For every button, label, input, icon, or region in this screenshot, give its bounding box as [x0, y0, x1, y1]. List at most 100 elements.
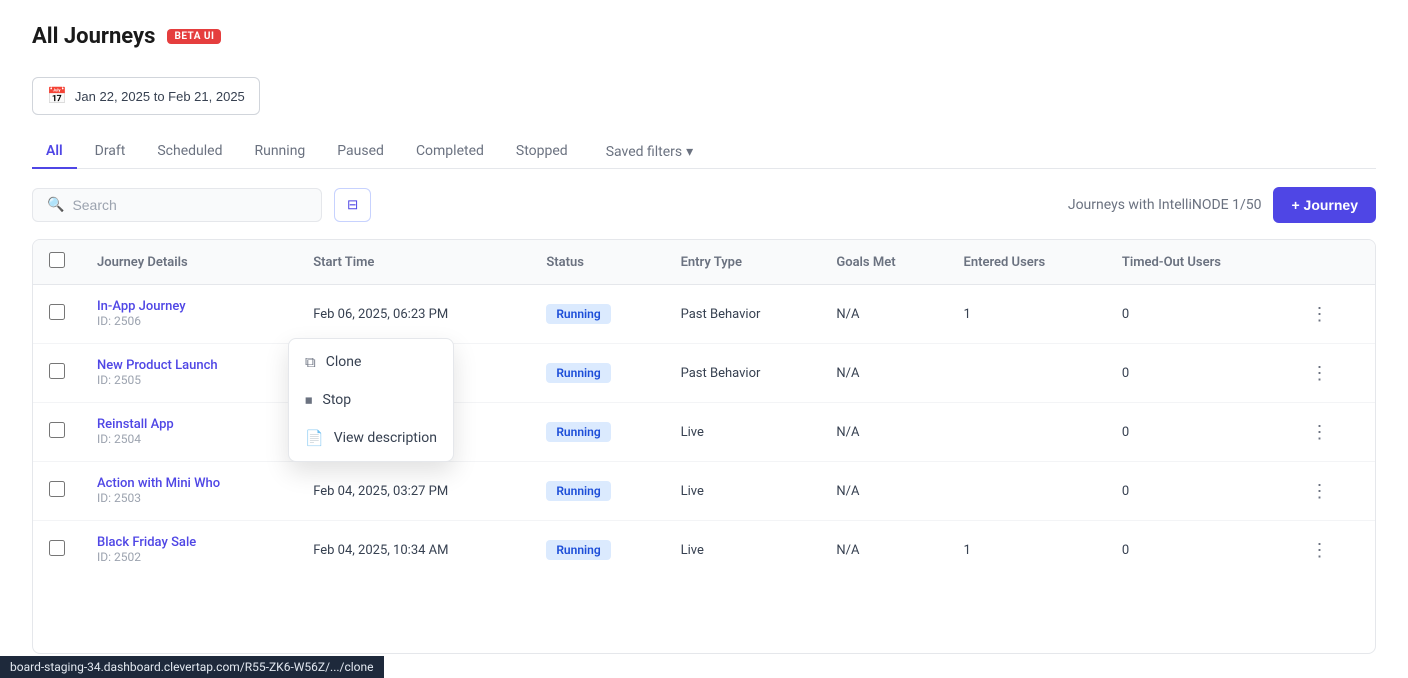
tab-completed[interactable]: Completed: [402, 135, 498, 169]
row-status-cell: Running: [530, 521, 664, 580]
row-entered-users-cell: [947, 344, 1105, 403]
view-description-label: View description: [334, 430, 437, 446]
row-entered-users-cell: [947, 403, 1105, 462]
row-checkbox-cell: [33, 403, 81, 462]
journeys-table: Journey Details Start Time Status Entry …: [33, 240, 1375, 579]
status-badge-2502: Running: [546, 540, 610, 560]
row-timed-out-users-cell: 0: [1106, 285, 1289, 344]
page-header: All Journeys BETA UI: [32, 24, 1376, 49]
saved-filters-label: Saved filters: [606, 144, 682, 160]
row-goals-met-cell: N/A: [820, 403, 947, 462]
row-details-cell: Black Friday Sale ID: 2502: [81, 521, 297, 580]
search-box: 🔍: [32, 188, 322, 222]
row-timed-out-users-cell: 0: [1106, 521, 1289, 580]
saved-filters-button[interactable]: Saved filters ▾: [594, 136, 705, 168]
row-checkbox-cell: [33, 462, 81, 521]
journey-name-2506[interactable]: In-App Journey: [97, 299, 281, 314]
search-input[interactable]: [72, 197, 307, 213]
row-details-cell: Reinstall App ID: 2504: [81, 403, 297, 462]
search-icon: 🔍: [47, 197, 64, 213]
clone-label: Clone: [326, 354, 362, 370]
col-status: Status: [530, 240, 664, 285]
filter-icon: ⊟: [347, 197, 358, 213]
col-entry-type: Entry Type: [665, 240, 821, 285]
table-row: In-App Journey ID: 2506 Feb 06, 2025, 06…: [33, 285, 1375, 344]
table-row: Action with Mini Who ID: 2503 Feb 04, 20…: [33, 462, 1375, 521]
row-entry-type-cell: Live: [665, 521, 821, 580]
row-goals-met-cell: N/A: [820, 285, 947, 344]
journey-id-2503: ID: 2503: [97, 491, 141, 505]
stop-icon: ⏹: [305, 391, 313, 409]
more-options-button-2506[interactable]: ⋮: [1305, 302, 1335, 327]
status-badge-2506: Running: [546, 304, 610, 324]
context-menu: ⧉ Clone ⏹ Stop 📄 View description: [288, 338, 454, 462]
journey-name-2502[interactable]: Black Friday Sale: [97, 535, 281, 550]
row-timed-out-users-cell: 0: [1106, 403, 1289, 462]
stop-label: Stop: [323, 392, 352, 408]
journey-id-2505: ID: 2505: [97, 373, 141, 387]
tab-paused[interactable]: Paused: [323, 135, 398, 169]
row-actions-cell: ⋮: [1289, 344, 1375, 403]
row-checkbox-cell: [33, 521, 81, 580]
tab-stopped[interactable]: Stopped: [502, 135, 582, 169]
row-actions-cell: ⋮: [1289, 403, 1375, 462]
table-container: Journey Details Start Time Status Entry …: [32, 239, 1376, 654]
row-timed-out-users-cell: 0: [1106, 344, 1289, 403]
row-timed-out-users-cell: 0: [1106, 462, 1289, 521]
page-title: All Journeys: [32, 24, 155, 49]
date-range-label: Jan 22, 2025 to Feb 21, 2025: [75, 89, 245, 104]
row-entry-type-cell: Live: [665, 462, 821, 521]
row-goals-met-cell: N/A: [820, 462, 947, 521]
context-menu-view-description[interactable]: 📄 View description: [289, 419, 453, 457]
row-start-time-cell: Feb 04, 2025, 10:34 AM: [297, 521, 530, 580]
journey-name-2503[interactable]: Action with Mini Who: [97, 476, 281, 491]
tab-all[interactable]: All: [32, 135, 77, 169]
row-entered-users-cell: 1: [947, 521, 1105, 580]
row-goals-met-cell: N/A: [820, 344, 947, 403]
page-container: All Journeys BETA UI 📅 Jan 22, 2025 to F…: [0, 0, 1408, 678]
tab-running[interactable]: Running: [240, 135, 319, 169]
date-picker-button[interactable]: 📅 Jan 22, 2025 to Feb 21, 2025: [32, 77, 260, 115]
row-details-cell: Action with Mini Who ID: 2503: [81, 462, 297, 521]
row-checkbox-2505[interactable]: [49, 363, 65, 379]
row-checkbox-2502[interactable]: [49, 540, 65, 556]
more-options-button-2504[interactable]: ⋮: [1305, 420, 1335, 445]
more-options-button-2503[interactable]: ⋮: [1305, 479, 1335, 504]
col-start-time: Start Time: [297, 240, 530, 285]
beta-badge: BETA UI: [167, 29, 221, 44]
journey-id-2504: ID: 2504: [97, 432, 141, 446]
filter-button[interactable]: ⊟: [334, 188, 371, 222]
status-badge-2504: Running: [546, 422, 610, 442]
select-all-checkbox[interactable]: [49, 252, 65, 268]
row-start-time-cell: Feb 06, 2025, 06:23 PM: [297, 285, 530, 344]
row-goals-met-cell: N/A: [820, 521, 947, 580]
row-checkbox-2506[interactable]: [49, 304, 65, 320]
context-menu-clone[interactable]: ⧉ Clone: [289, 343, 453, 381]
row-status-cell: Running: [530, 285, 664, 344]
clone-icon: ⧉: [305, 353, 316, 371]
row-actions-cell: ⋮: [1289, 521, 1375, 580]
row-entry-type-cell: Past Behavior: [665, 344, 821, 403]
journey-name-2504[interactable]: Reinstall App: [97, 417, 281, 432]
row-checkbox-2503[interactable]: [49, 481, 65, 497]
row-checkbox-cell: [33, 285, 81, 344]
row-actions-cell: ⋮: [1289, 285, 1375, 344]
date-picker-row: 📅 Jan 22, 2025 to Feb 21, 2025: [32, 77, 1376, 115]
tab-scheduled[interactable]: Scheduled: [143, 135, 236, 169]
more-options-button-2505[interactable]: ⋮: [1305, 361, 1335, 386]
status-bar-url: board-staging-34.dashboard.clevertap.com…: [10, 660, 374, 674]
row-status-cell: Running: [530, 462, 664, 521]
journey-id-2502: ID: 2502: [97, 550, 141, 564]
journey-name-2505[interactable]: New Product Launch: [97, 358, 281, 373]
tab-draft[interactable]: Draft: [81, 135, 140, 169]
status-badge-2503: Running: [546, 481, 610, 501]
add-journey-button[interactable]: + Journey: [1273, 187, 1376, 223]
status-bar: board-staging-34.dashboard.clevertap.com…: [0, 656, 384, 678]
col-journey-details: Journey Details: [81, 240, 297, 285]
more-options-button-2502[interactable]: ⋮: [1305, 538, 1335, 563]
row-checkbox-2504[interactable]: [49, 422, 65, 438]
context-menu-stop[interactable]: ⏹ Stop: [289, 381, 453, 419]
table-header-row: Journey Details Start Time Status Entry …: [33, 240, 1375, 285]
row-entry-type-cell: Past Behavior: [665, 285, 821, 344]
table-body: In-App Journey ID: 2506 Feb 06, 2025, 06…: [33, 285, 1375, 580]
